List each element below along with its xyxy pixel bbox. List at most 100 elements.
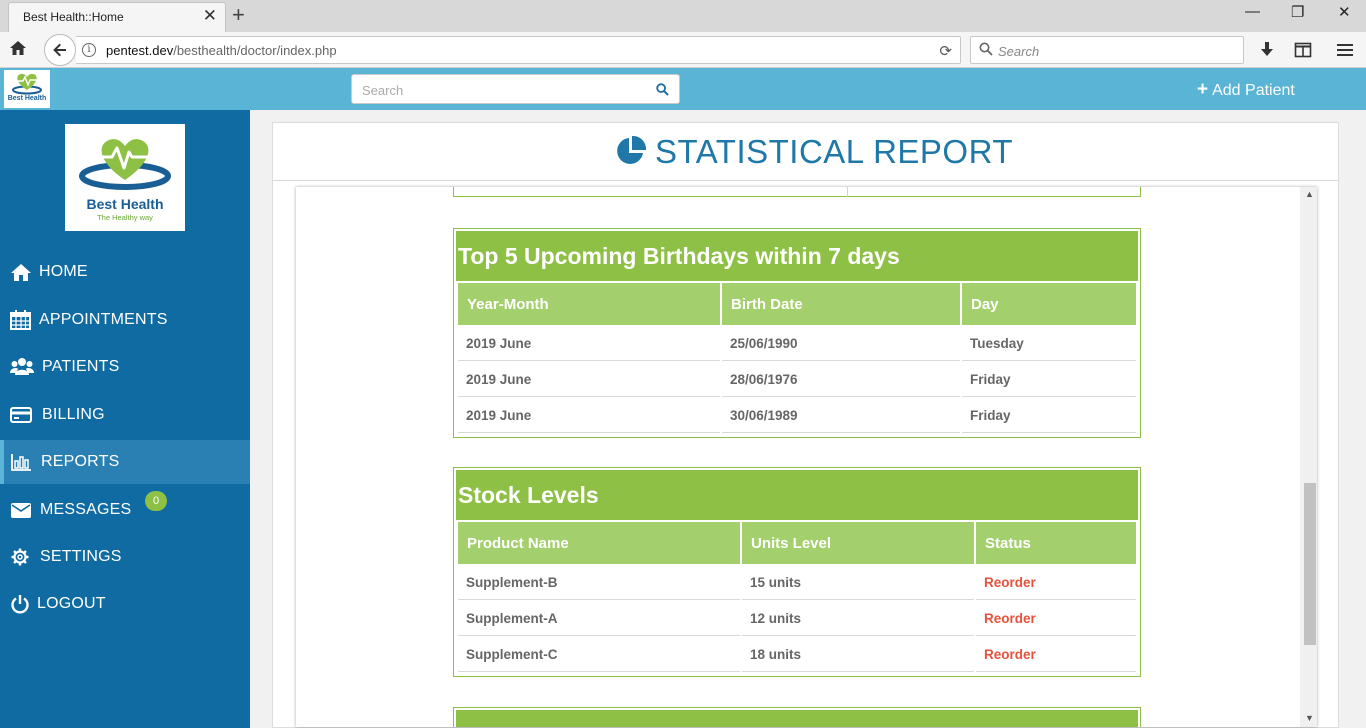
birthdays-title: Top 5 Upcoming Birthdays within 7 days <box>456 231 1138 281</box>
reload-icon[interactable]: ⟳ <box>939 42 952 60</box>
plus-icon: + <box>1197 79 1209 100</box>
restore-icon[interactable]: ❐ <box>1291 3 1304 21</box>
stock-levels-card: Stock Levels Product Name Units Level St… <box>453 467 1141 677</box>
logo-tagline: The Healthy way <box>97 213 153 222</box>
sidebar-item-label: HOME <box>39 263 88 280</box>
back-button[interactable] <box>44 34 76 66</box>
table-header-row: Product Name Units Level Status <box>458 522 1136 564</box>
next-card-partial <box>453 707 1141 727</box>
stock-levels-table: Product Name Units Level Status Suppleme… <box>456 520 1138 674</box>
table-cell: 2019 June <box>458 399 720 433</box>
report-title: STATISTICAL REPORT <box>615 133 1013 171</box>
sidebar-item-label: SETTINGS <box>40 548 122 565</box>
patient-search-box <box>351 74 680 104</box>
sidebar-item-messages[interactable]: MESSAGES 0 <box>0 488 250 532</box>
sidebar-item-label: BILLING <box>42 406 105 423</box>
table-cell: 15 units <box>742 566 974 600</box>
report-scroll-area[interactable]: Top 5 Upcoming Birthdays within 7 days Y… <box>296 187 1317 727</box>
table-row: 2019 June 25/06/1990 Tuesday <box>458 327 1136 361</box>
brand-mini-text: Best Health <box>7 95 47 102</box>
column-header: Birth Date <box>722 283 960 325</box>
browser-tab[interactable]: Best Health::Home ✕ <box>8 2 226 32</box>
patient-search-input[interactable] <box>362 81 642 99</box>
table-row: Supplement-B 15 units Reorder <box>458 566 1136 600</box>
browser-toolbar: i pentest.dev/besthealth/doctor/index.ph… <box>0 32 1366 68</box>
address-bar[interactable]: i pentest.dev/besthealth/doctor/index.ph… <box>76 36 961 64</box>
tab-close-icon[interactable]: ✕ <box>203 6 217 26</box>
search-icon[interactable] <box>656 83 669 96</box>
browser-tab-strip: Best Health::Home ✕ + — ❐ ✕ <box>0 0 1366 32</box>
home-icon <box>11 264 31 281</box>
tab-title: Best Health::Home <box>23 10 124 24</box>
report-scrollbar[interactable]: ▲ ▼ <box>1300 187 1317 727</box>
browser-home-icon[interactable] <box>9 39 27 57</box>
status-cell: Reorder <box>976 638 1136 672</box>
table-cell: 30/06/1989 <box>722 399 960 433</box>
bar-chart-icon <box>11 454 31 471</box>
brand-logo[interactable]: Best Health The Healthy way <box>65 124 185 231</box>
calendar-icon <box>10 310 31 330</box>
sidebar-toggle-icon[interactable] <box>1294 41 1312 59</box>
table-cell: Friday <box>962 363 1136 397</box>
table-header-row: Year-Month Birth Date Day <box>458 283 1136 325</box>
sidebar-item-patients[interactable]: PATIENTS <box>0 345 250 389</box>
search-icon <box>979 42 993 56</box>
messages-count-badge: 0 <box>145 491 167 511</box>
column-header: Units Level <box>742 522 974 564</box>
next-card-title-bar <box>456 710 1138 727</box>
scroll-down-icon[interactable]: ▼ <box>1305 713 1314 723</box>
table-cell: Supplement-C <box>458 638 740 672</box>
table-cell: 28/06/1976 <box>722 363 960 397</box>
table-cell: 2019 June <box>458 327 720 361</box>
browser-search-placeholder: Search <box>998 44 1040 59</box>
column-header: Day <box>962 283 1136 325</box>
table-cell: Supplement-B <box>458 566 740 600</box>
previous-table-bottom <box>453 187 1141 197</box>
sidebar-item-reports[interactable]: REPORTS <box>0 440 250 484</box>
birthdays-card: Top 5 Upcoming Birthdays within 7 days Y… <box>453 228 1141 438</box>
gear-icon <box>11 548 29 566</box>
sidebar-item-logout[interactable]: LOGOUT <box>0 582 250 626</box>
logo-name: Best Health <box>86 196 164 212</box>
window-close-icon[interactable]: ✕ <box>1338 3 1351 21</box>
table-cell: Tuesday <box>962 327 1136 361</box>
sidebar-item-billing[interactable]: BILLING <box>0 393 250 437</box>
arrow-left-icon <box>53 43 66 57</box>
site-info-icon[interactable]: i <box>82 43 96 57</box>
browser-search-field[interactable]: Search <box>970 36 1244 64</box>
table-cell: 2019 June <box>458 363 720 397</box>
report-title-text: STATISTICAL REPORT <box>655 133 1013 170</box>
column-header: Product Name <box>458 522 740 564</box>
add-patient-label: Add Patient <box>1212 82 1295 99</box>
report-header: STATISTICAL REPORT <box>273 123 1338 181</box>
sidebar-item-settings[interactable]: SETTINGS <box>0 535 250 579</box>
new-tab-icon[interactable]: + <box>232 2 245 28</box>
brand-mini-logo[interactable]: Best Health <box>4 70 50 108</box>
table-cell: 12 units <box>742 602 974 636</box>
table-row: Supplement-C 18 units Reorder <box>458 638 1136 672</box>
sidebar-item-home[interactable]: HOME <box>0 250 250 294</box>
table-cell: 18 units <box>742 638 974 672</box>
table-cell: Friday <box>962 399 1136 433</box>
heart-logo-icon <box>79 139 171 190</box>
table-cell: Supplement-A <box>458 602 740 636</box>
menu-icon[interactable] <box>1336 41 1354 59</box>
minimize-icon[interactable]: — <box>1245 3 1260 20</box>
add-patient-button[interactable]: + Add Patient <box>1197 79 1295 101</box>
stock-levels-title: Stock Levels <box>456 470 1138 520</box>
download-icon[interactable] <box>1258 41 1276 59</box>
sidebar-item-label: APPOINTMENTS <box>39 311 168 328</box>
sidebar-item-appointments[interactable]: APPOINTMENTS <box>0 298 250 342</box>
scrollbar-thumb[interactable] <box>1304 483 1316 645</box>
url-text: pentest.dev/besthealth/doctor/index.php <box>106 43 337 58</box>
birthdays-table: Year-Month Birth Date Day 2019 June 25/0… <box>456 281 1138 435</box>
table-row: Supplement-A 12 units Reorder <box>458 602 1136 636</box>
table-cell: 25/06/1990 <box>722 327 960 361</box>
credit-card-icon <box>10 407 32 423</box>
sidebar-item-label: MESSAGES <box>40 501 132 518</box>
status-cell: Reorder <box>976 602 1136 636</box>
sidebar-item-label: PATIENTS <box>42 358 120 375</box>
sidebar: Best Health The Healthy way HOME APPOINT… <box>0 110 250 728</box>
scroll-up-icon[interactable]: ▲ <box>1305 189 1314 199</box>
users-icon <box>10 358 34 375</box>
